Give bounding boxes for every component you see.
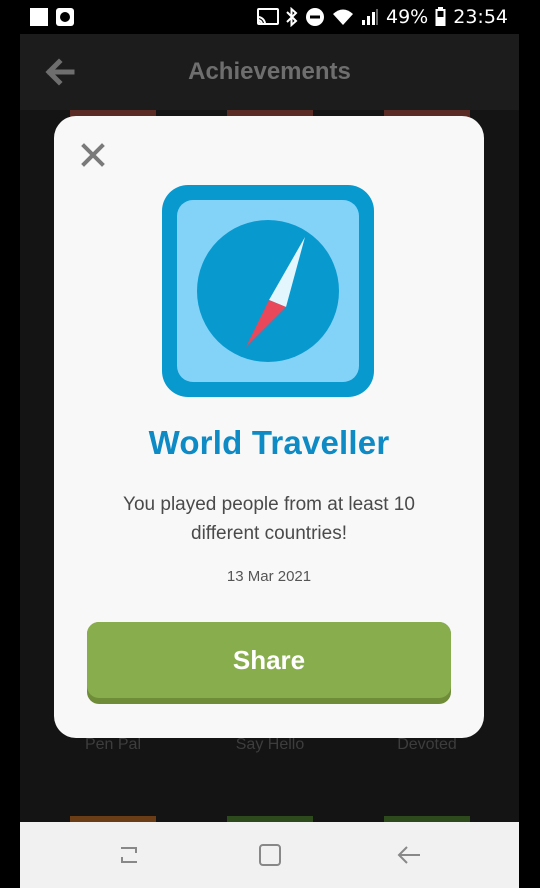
- achievement-date: 13 Mar 2021: [226, 568, 312, 585]
- share-button-label: Share: [87, 622, 451, 698]
- back-icon[interactable]: [396, 842, 422, 868]
- battery-icon: [435, 7, 446, 26]
- home-icon[interactable]: [257, 842, 283, 868]
- status-bar: 49% 23:54: [0, 0, 540, 34]
- close-icon[interactable]: [80, 142, 106, 168]
- app-header: Achievements: [20, 34, 519, 110]
- wifi-icon: [333, 9, 353, 25]
- achievement-badge: [162, 185, 374, 397]
- compass-icon: [197, 220, 339, 362]
- page-title: Achievements: [188, 58, 351, 85]
- achievement-title: World Traveller: [148, 424, 390, 461]
- share-button[interactable]: Share: [87, 622, 451, 704]
- achievement-label[interactable]: Say Hello: [190, 736, 350, 754]
- achievement-description: You played people from at least 10 diffe…: [123, 494, 415, 544]
- achievement-label[interactable]: Devoted: [347, 736, 507, 754]
- clock: 23:54: [453, 6, 508, 28]
- cast-icon: [257, 8, 279, 25]
- notification-icon: [30, 8, 48, 26]
- notification-icon: [56, 8, 74, 26]
- system-nav-bar: [20, 822, 519, 888]
- achievement-dialog: World Traveller You played people from a…: [54, 116, 484, 738]
- bluetooth-icon: [286, 7, 298, 27]
- achievement-label[interactable]: Pen Pal: [33, 736, 193, 754]
- recent-apps-icon[interactable]: [116, 842, 142, 868]
- do-not-disturb-icon: [306, 8, 324, 26]
- battery-percent: 49%: [386, 6, 429, 28]
- signal-icon: [362, 9, 378, 25]
